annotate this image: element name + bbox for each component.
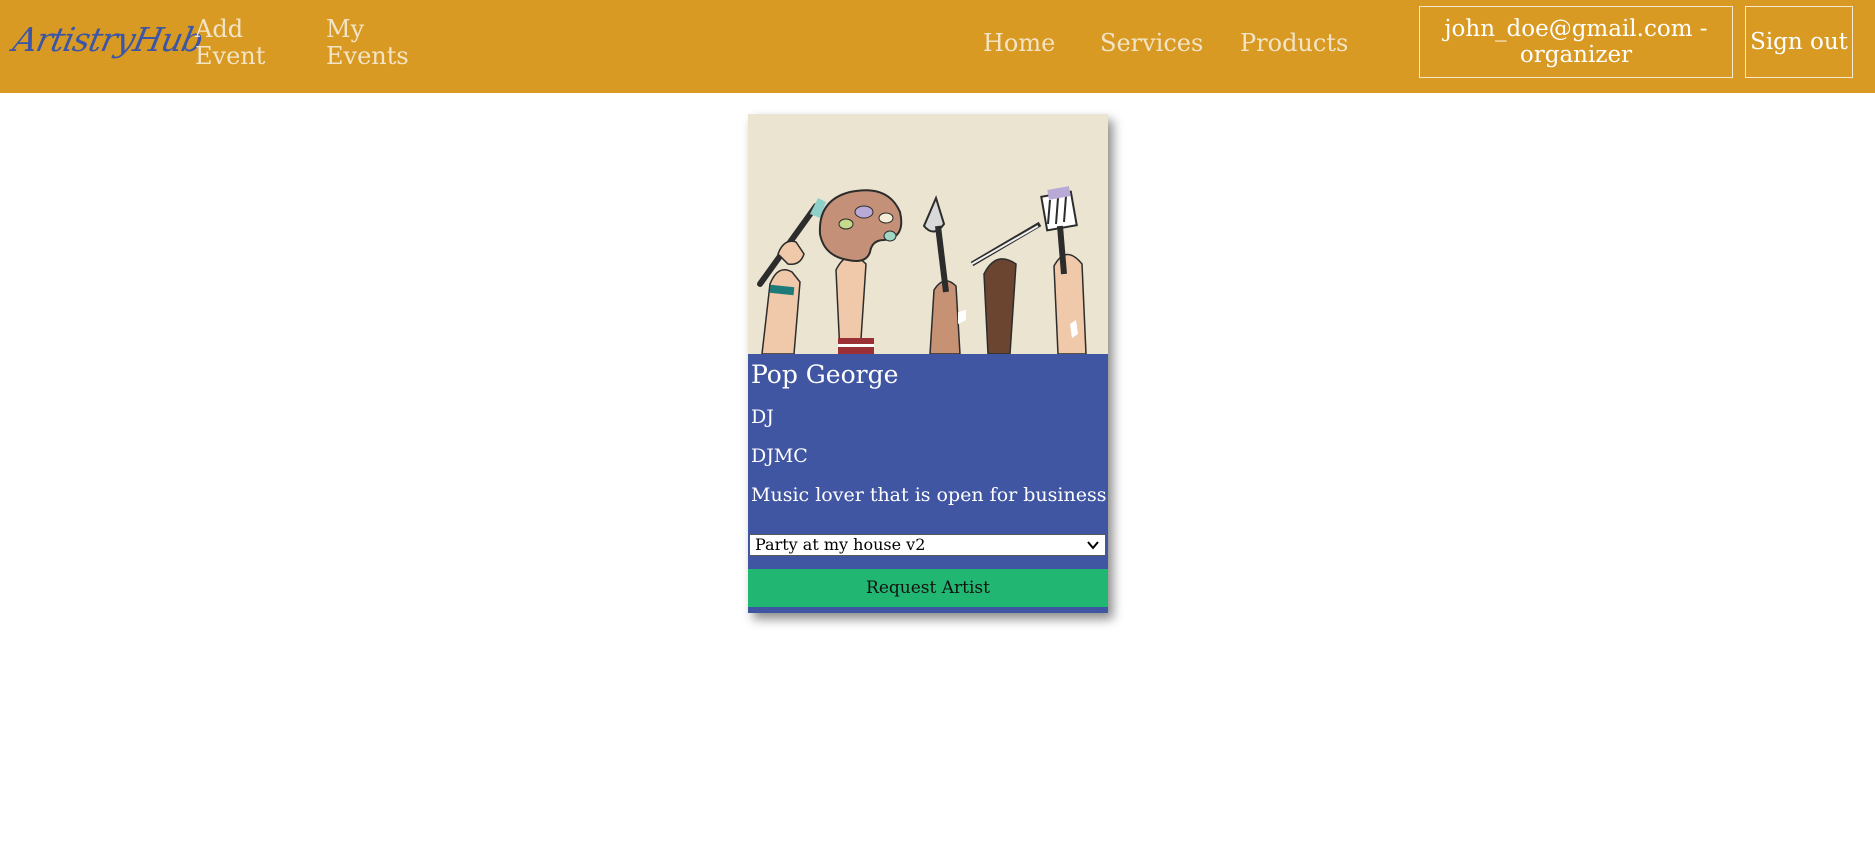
chevron-down-icon [1087,541,1099,550]
request-artist-button[interactable]: Request Artist [748,569,1108,607]
user-account-label: john_doe@gmail.com - organizer [1444,16,1708,68]
nav-home[interactable]: Home [983,30,1055,57]
nav-add-event[interactable]: Add Event [195,16,285,70]
sign-out-label: Sign out [1750,29,1848,55]
nav-products[interactable]: Products [1240,30,1348,57]
request-artist-label: Request Artist [866,578,990,598]
event-select-value: Party at my house v2 [755,535,926,554]
user-account-button[interactable]: john_doe@gmail.com - organizer [1419,6,1733,78]
artist-description: Music lover that is open for business [751,484,1107,506]
artist-card: Pop George DJ DJMC Music lover that is o… [748,114,1108,613]
nav-my-events[interactable]: My Events [326,16,416,70]
artist-category: DJ [751,406,774,428]
nav-services[interactable]: Services [1100,30,1203,57]
artist-name: Pop George [751,360,899,389]
logo[interactable]: ArtistryHub [10,20,206,59]
artist-hands-illustration-icon [748,114,1108,354]
artist-subcategory: DJMC [751,445,808,467]
event-select[interactable]: Party at my house v2 [749,534,1106,556]
sign-out-button[interactable]: Sign out [1745,6,1853,78]
top-navbar: ArtistryHub Add Event My Events Home Ser… [0,0,1875,93]
